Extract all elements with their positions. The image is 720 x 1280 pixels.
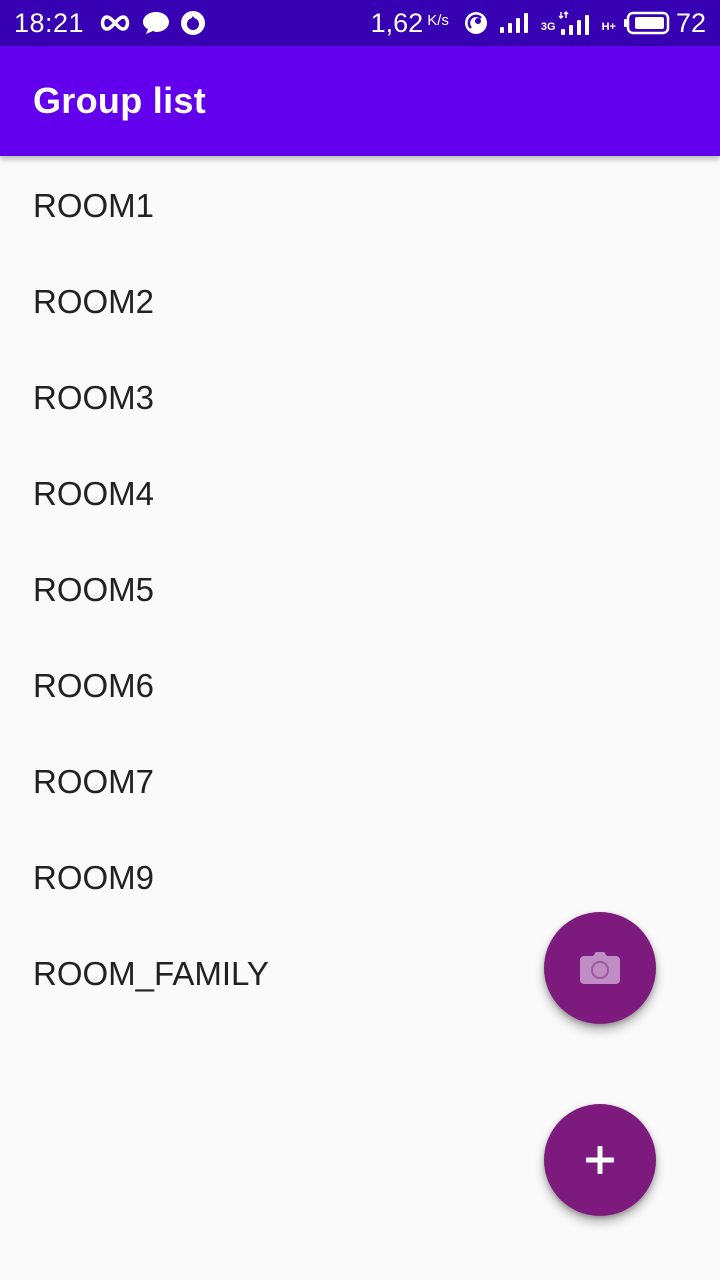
list-item[interactable]: ROOM5 — [0, 542, 720, 638]
list-item-label: ROOM2 — [33, 283, 155, 320]
page-title: Group list — [33, 80, 206, 121]
list-item[interactable]: ROOM9 — [0, 830, 720, 926]
app-bar: Group list — [0, 46, 720, 156]
status-bar-left: 18:21 — [14, 8, 216, 39]
network-type-hplus: H+ — [601, 21, 616, 33]
list-item[interactable]: ROOM6 — [0, 638, 720, 734]
chat-bubble-icon — [142, 10, 170, 36]
hotspot-icon — [463, 10, 489, 36]
infinity-icon — [98, 13, 132, 33]
list-item[interactable]: ROOM3 — [0, 350, 720, 446]
list-item-label: ROOM1 — [33, 187, 155, 224]
list-item-label: ROOM5 — [33, 571, 155, 608]
list-item[interactable]: ROOM1 — [0, 158, 720, 254]
status-bar: 18:21 1,62 K/s 3G H+ 72 — [0, 0, 720, 46]
add-group-button[interactable] — [544, 1104, 656, 1216]
list-item-label: ROOM9 — [33, 859, 155, 896]
group-list: ROOM1 ROOM2 ROOM3 ROOM4 ROOM5 ROOM6 ROOM… — [0, 156, 720, 1020]
net-speed-unit: K/s — [427, 11, 449, 29]
net-speed: 1,62 — [370, 7, 424, 38]
list-item[interactable]: ROOM7 — [0, 734, 720, 830]
camera-icon — [580, 952, 620, 984]
camera-button[interactable] — [544, 912, 656, 1024]
plus-icon — [586, 1146, 614, 1174]
status-bar-right: 1,62 K/s 3G H+ 72 — [371, 8, 706, 39]
battery-level: 72 — [675, 7, 706, 38]
status-time: 18:21 — [14, 7, 85, 38]
signal-icon-2 — [558, 10, 592, 36]
list-item-label: ROOM_FAMILY — [33, 955, 269, 992]
list-item-label: ROOM4 — [33, 475, 155, 512]
list-item-label: ROOM6 — [33, 667, 155, 704]
signal-icon — [499, 12, 531, 34]
network-type-3g: 3G — [540, 21, 556, 33]
battery-icon — [623, 11, 670, 35]
list-item-label: ROOM7 — [33, 763, 155, 800]
list-item[interactable]: ROOM2 — [0, 254, 720, 350]
list-item[interactable]: ROOM4 — [0, 446, 720, 542]
list-item-label: ROOM3 — [33, 379, 155, 416]
app-notification-icon — [180, 10, 206, 36]
